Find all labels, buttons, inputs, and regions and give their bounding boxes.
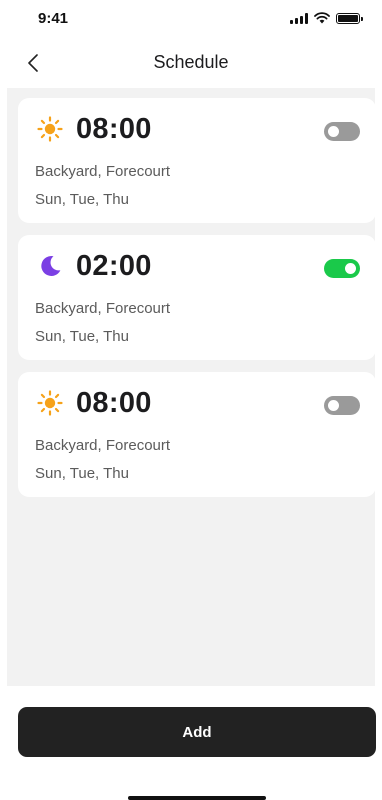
schedule-toggle[interactable] bbox=[324, 396, 360, 415]
schedule-list: 08:00 Backyard, Forecourt Sun, Tue, Thu … bbox=[7, 88, 376, 686]
schedule-time: 08:00 bbox=[76, 387, 152, 419]
wifi-icon bbox=[314, 12, 330, 24]
navigation-bar: Schedule bbox=[0, 40, 382, 86]
schedule-card[interactable]: 08:00 Backyard, Forecourt Sun, Tue, Thu bbox=[18, 372, 376, 497]
schedule-toggle[interactable] bbox=[324, 259, 360, 278]
schedule-locations: Backyard, Forecourt bbox=[35, 163, 171, 180]
sun-icon bbox=[37, 116, 63, 142]
schedule-toggle[interactable] bbox=[324, 122, 360, 141]
sun-icon bbox=[37, 390, 63, 416]
battery-icon bbox=[336, 12, 363, 24]
schedule-days: Sun, Tue, Thu bbox=[35, 328, 129, 345]
schedule-locations: Backyard, Forecourt bbox=[35, 300, 171, 317]
schedule-card[interactable]: 08:00 Backyard, Forecourt Sun, Tue, Thu bbox=[18, 98, 376, 223]
schedule-time: 08:00 bbox=[76, 113, 152, 145]
schedule-locations: Backyard, Forecourt bbox=[35, 437, 171, 454]
status-time: 9:41 bbox=[38, 10, 69, 27]
add-button[interactable]: Add bbox=[18, 707, 376, 757]
status-icons bbox=[290, 12, 363, 24]
page-title: Schedule bbox=[153, 52, 229, 72]
signal-icon bbox=[290, 12, 308, 24]
schedule-card[interactable]: 02:00 Backyard, Forecourt Sun, Tue, Thu bbox=[18, 235, 376, 360]
schedule-days: Sun, Tue, Thu bbox=[35, 465, 129, 482]
status-bar: 9:41 bbox=[0, 0, 382, 40]
moon-icon bbox=[37, 253, 63, 279]
schedule-days: Sun, Tue, Thu bbox=[35, 191, 129, 208]
home-indicator bbox=[128, 796, 266, 800]
schedule-time: 02:00 bbox=[76, 250, 152, 282]
